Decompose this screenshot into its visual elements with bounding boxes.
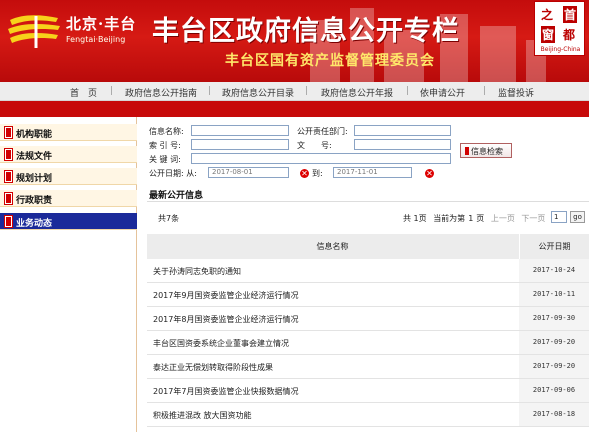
date-label: 公开日期: 从: [149,169,197,178]
info-name-input[interactable] [191,125,289,136]
sidebar-item-plans[interactable]: 规划计划 [0,168,137,185]
nav-separator: | [208,86,212,96]
index-no-input[interactable] [191,139,289,150]
bullet-icon [5,193,12,204]
doc-no-input[interactable] [354,139,451,150]
date-to-label: 到: [312,169,323,178]
header-banner: 北京·丰台 Fengtai·Beijing 丰台区政府信息公开专栏 丰台区国有资… [0,0,589,82]
responsible-dept-input[interactable] [354,125,451,136]
page-number-input[interactable]: 1 [551,211,567,223]
sidebar-item-duties[interactable]: 行政职责 [0,190,137,207]
prev-page-link[interactable]: 上一页 [491,214,515,223]
nav-separator: | [110,86,114,96]
clear-date-from-icon[interactable]: ✕ [300,169,309,178]
table-row[interactable]: 2017年8月国资委监管企业经济运行情况 2017-09-30 [147,307,589,331]
logo-cn: 北京·丰台 [66,15,137,33]
seal-char: 首 [563,6,578,23]
keyword-label: 关 键 词: [149,155,181,164]
row-date: 2017-09-20 [519,355,589,378]
nav-complaint[interactable]: 监督投诉 [498,86,534,99]
sidebar-item-label: 法规文件 [16,152,53,162]
nav-separator: | [483,86,487,96]
row-date: 2017-10-11 [519,283,589,306]
logo-text: 北京·丰台 Fengtai·Beijing [66,13,136,44]
seal-char: 都 [563,28,576,42]
row-date: 2017-10-24 [519,259,589,282]
bullet-icon [5,216,12,227]
row-date: 2017-09-30 [519,307,589,330]
column-header-date: 公开日期 [519,234,589,259]
column-header-name: 信息名称 [316,242,349,251]
table-row[interactable]: 丰台区国资委系统企业董事会建立情况 2017-09-20 [147,331,589,355]
go-button[interactable]: go [570,211,585,223]
table-row[interactable]: 2017年9月国资委监管企业经济运行情况 2017-10-11 [147,283,589,307]
sidebar-item-regulations[interactable]: 法规文件 [0,146,137,163]
top-nav: 首 页 | 政府信息公开指南 | 政府信息公开目录 | 政府信息公开年报 | 依… [0,82,589,101]
nav-catalog[interactable]: 政府信息公开目录 [222,86,294,99]
responsible-dept-label: 公开责任部门: [297,127,348,136]
seal-en: Beijing-China [540,46,581,53]
bullet-icon [5,171,12,182]
seal-char: 窗 [541,26,556,43]
divider [147,201,589,202]
search-button-label: 信息检索 [471,147,503,156]
row-date: 2017-08-18 [519,403,589,426]
doc-no-label: 文 号: [297,141,332,150]
sidebar-item-functions[interactable]: 机构职能 [0,124,137,141]
page-title: 丰台区政府信息公开专栏 [152,16,460,47]
latest-info-title: 最新公开信息 [149,191,204,201]
nav-apply[interactable]: 依申请公开 [420,86,465,99]
pagination: 共 1页 当前为第 1 页 上一页 下一页 [403,213,545,224]
row-title-link[interactable]: 积极推进混改 放大国资功能 [153,410,252,421]
capital-window-seal: 之 首 窗 都 Beijing-China [534,1,585,56]
sidebar-item-label: 机构职能 [16,130,53,140]
current-page-prefix: 当前为第 [433,214,466,223]
bullet-icon [5,149,12,160]
nav-separator: | [305,86,309,96]
current-page: 1 [468,214,474,223]
nav-annual-report[interactable]: 政府信息公开年报 [321,86,393,99]
date-to-input[interactable]: 2017-11-01 [333,167,412,178]
search-bullet-icon [465,147,469,155]
fengtai-logo-icon [8,15,60,48]
search-button[interactable]: 信息检索 [460,143,512,158]
table-row[interactable]: 关于孙涛同志免职的通知 2017-10-24 [147,259,589,283]
keyword-input[interactable] [191,153,451,164]
row-title-link[interactable]: 泰达正业无偿划转取得阶段性成果 [153,362,273,373]
nav-separator: | [406,86,410,96]
row-title-link[interactable]: 丰台区国资委系统企业董事会建立情况 [153,338,289,349]
row-date: 2017-09-20 [519,331,589,354]
next-page-link[interactable]: 下一页 [521,214,545,223]
clear-date-to-icon[interactable]: ✕ [425,169,434,178]
sidebar: 机构职能 法规文件 规划计划 行政职责 业务动态 [0,117,137,432]
nav-home[interactable]: 首 页 [70,86,97,99]
row-date: 2017-09-06 [519,379,589,402]
sidebar-item-label: 行政职责 [16,196,53,206]
info-name-label: 信息名称: [149,127,184,136]
current-page-suffix: 页 [476,214,485,223]
page-subtitle: 丰台区国有资产监督管理委员会 [225,53,435,69]
logo-en: Fengtai·Beijing [66,35,126,44]
row-title-link[interactable]: 2017年9月国资委监管企业经济运行情况 [153,290,298,301]
row-title-link[interactable]: 关于孙涛同志免职的通知 [153,266,241,277]
total-pages: 共 1页 [403,214,427,223]
sidebar-item-news[interactable]: 业务动态 [0,213,137,230]
date-from-input[interactable]: 2017-08-01 [208,167,289,178]
table-header: 信息名称 公开日期 [147,234,589,259]
red-divider-band [0,101,589,117]
table-row[interactable]: 2017年7月国资委监管企业快报数据情况 2017-09-06 [147,379,589,403]
main-content: 信息名称: 公开责任部门: 索 引 号: 文 号: 信息检索 关 键 词: 公开… [147,117,589,432]
row-title-link[interactable]: 2017年7月国资委监管企业快报数据情况 [153,386,298,397]
table-row[interactable]: 泰达正业无偿划转取得阶段性成果 2017-09-20 [147,355,589,379]
table-row[interactable]: 积极推进混改 放大国资功能 2017-08-18 [147,403,589,427]
sidebar-item-label: 规划计划 [16,174,53,184]
sidebar-item-label: 业务动态 [16,219,53,229]
total-count: 共7条 [158,214,180,223]
nav-guide[interactable]: 政府信息公开指南 [125,86,197,99]
index-no-label: 索 引 号: [149,141,181,150]
bullet-icon [5,127,12,138]
row-title-link[interactable]: 2017年8月国资委监管企业经济运行情况 [153,314,298,325]
seal-char: 之 [541,8,554,22]
